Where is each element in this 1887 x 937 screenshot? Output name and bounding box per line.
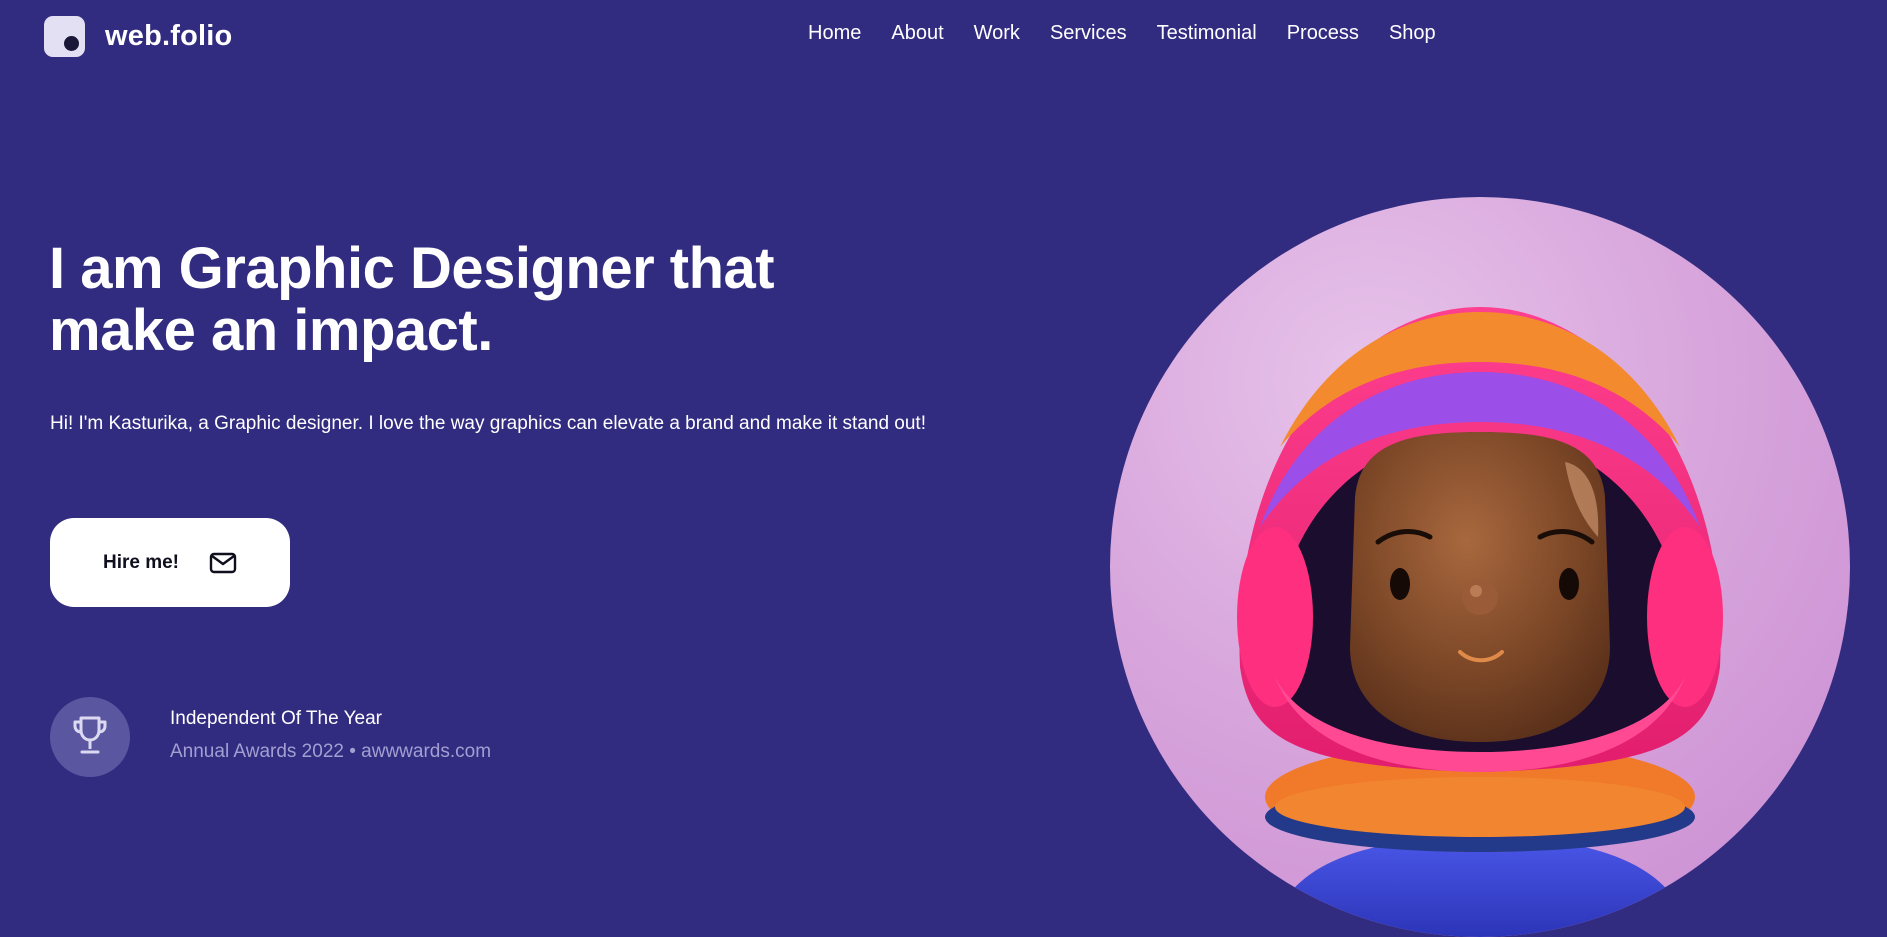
main-nav: Home About Work Services Testimonial Pro… [808, 20, 1436, 46]
mail-icon [209, 552, 237, 574]
award-subtitle: Annual Awards 2022 • awwwards.com [170, 741, 492, 762]
brand-name: web.folio [105, 20, 233, 52]
nav-item-about[interactable]: About [891, 20, 943, 46]
brand-logo-link[interactable]: web.folio [44, 16, 232, 57]
nav-item-process[interactable]: Process [1287, 20, 1359, 46]
logo-icon [44, 16, 85, 57]
award-badge [50, 697, 130, 777]
astronaut-portrait-image [1110, 197, 1850, 937]
hero-title-line-2: make an impact. [49, 298, 493, 363]
nav-item-shop[interactable]: Shop [1389, 20, 1436, 46]
site-header: web.folio Home About Work Services Testi… [0, 0, 1887, 74]
trophy-icon [70, 713, 110, 762]
hire-me-button[interactable]: Hire me! [50, 518, 290, 607]
nav-item-work[interactable]: Work [974, 20, 1020, 46]
hero-title: I am Graphic Designer that make an impac… [49, 238, 929, 362]
hire-me-label: Hire me! [102, 551, 180, 573]
award-title: Independent Of The Year [170, 708, 382, 729]
nav-item-testimonial[interactable]: Testimonial [1157, 20, 1257, 46]
nav-item-home[interactable]: Home [808, 20, 861, 46]
nav-item-services[interactable]: Services [1050, 20, 1127, 46]
hero-intro: Hi! I'm Kasturika, a Graphic designer. I… [50, 413, 926, 434]
hero-title-line-1: I am Graphic Designer that [49, 236, 775, 301]
